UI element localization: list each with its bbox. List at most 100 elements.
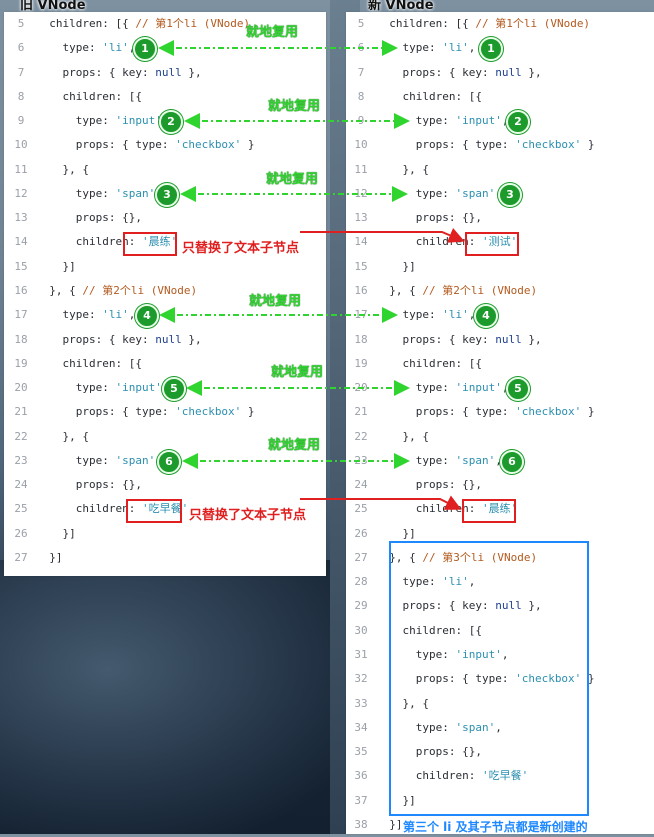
new-li-highlight <box>389 541 589 816</box>
line-number: 33 <box>354 696 368 710</box>
code-text: props: { key: null }, <box>36 332 202 346</box>
reuse-badge-3: 3 <box>155 183 179 207</box>
line-number: 11 <box>354 162 368 176</box>
code-line: 24 props: {}, <box>6 473 142 497</box>
line-number: 18 <box>14 332 28 346</box>
code-text: type: 'li', <box>36 308 136 322</box>
line-number: 36 <box>354 769 368 783</box>
line-number: 30 <box>354 623 368 637</box>
code-line: 24 props: {}, <box>346 473 482 497</box>
code-text: children: [{ <box>36 89 142 103</box>
line-number: 27 <box>14 550 28 564</box>
line-number: 21 <box>14 405 28 419</box>
line-number: 25 <box>354 502 368 516</box>
code-line: 23 type: 'span', <box>346 449 502 473</box>
code-text: }] <box>376 259 416 273</box>
code-line: 21 props: { type: 'checkbox' } <box>6 400 254 424</box>
line-number: 38 <box>354 817 368 831</box>
line-number: 6 <box>357 41 365 55</box>
code-text: type: 'input', <box>376 114 509 128</box>
code-line: 15 }] <box>346 255 416 279</box>
line-number: 24 <box>354 478 368 492</box>
code-line: 7 props: { key: null }, <box>6 61 202 85</box>
code-line: 18 props: { key: null }, <box>6 328 202 352</box>
old-text-highlight-1 <box>123 232 177 256</box>
code-line: 10 props: { type: 'checkbox' } <box>6 133 254 157</box>
line-number: 14 <box>354 235 368 249</box>
code-text: }, { <box>376 429 429 443</box>
code-line: 18 props: { key: null }, <box>346 328 541 352</box>
code-text: children: [{ <box>376 89 482 103</box>
code-text: children: [{ // 第1个li (VNode) <box>376 17 591 30</box>
line-number: 26 <box>14 526 28 540</box>
line-number: 25 <box>14 502 28 516</box>
line-number: 32 <box>354 672 368 686</box>
code-text: }] <box>36 259 76 273</box>
code-line: 9 type: 'input', <box>6 109 169 133</box>
reuse-badge-4-new: 4 <box>474 304 498 328</box>
line-number: 10 <box>14 138 28 152</box>
code-text: props: {}, <box>36 478 142 492</box>
new-created-label: 第三个 li 及其子节点都是新创建的 <box>403 820 588 834</box>
code-text: children: [{ // 第1个li (VNode) <box>36 17 251 30</box>
line-number: 5 <box>17 17 25 30</box>
line-number: 37 <box>354 793 368 807</box>
line-number: 31 <box>354 648 368 662</box>
code-text: }, { <box>36 162 89 176</box>
line-number: 15 <box>14 259 28 273</box>
new-text-highlight-2 <box>462 499 516 523</box>
code-line: 5 children: [{ // 第1个li (VNode) <box>346 12 590 36</box>
code-text: props: { key: null }, <box>376 65 542 79</box>
code-text: }, { <box>36 429 89 443</box>
line-number: 8 <box>357 89 365 103</box>
line-number: 27 <box>354 550 368 564</box>
code-line: 19 children: [{ <box>346 352 482 376</box>
code-line: 11 }, { <box>6 158 89 182</box>
code-text: type: 'li', <box>376 41 476 55</box>
code-text: type: 'span', <box>376 186 502 200</box>
code-text: type: 'input', <box>376 381 509 395</box>
code-line: 22 }, { <box>346 425 429 449</box>
code-text: type: 'li', <box>376 308 476 322</box>
code-line: 15 }] <box>6 255 76 279</box>
code-line: 11 }, { <box>346 158 429 182</box>
code-text: }] <box>36 550 63 564</box>
line-number: 12 <box>14 186 28 200</box>
code-text: props: { type: 'checkbox' } <box>376 405 595 419</box>
replace-text-label-1: 只替换了文本子节点 <box>182 241 300 256</box>
code-text: type: 'span', <box>376 453 502 467</box>
code-line: 12 type: 'span', <box>6 182 162 206</box>
line-number: 34 <box>354 720 368 734</box>
line-number: 26 <box>354 526 368 540</box>
code-line: 23 type: 'span', <box>6 449 162 473</box>
line-number: 7 <box>17 65 25 79</box>
reuse-badge-5: 5 <box>162 377 186 401</box>
reuse-badge-6-new: 6 <box>500 450 524 474</box>
line-number: 28 <box>354 575 368 589</box>
code-line: 7 props: { key: null }, <box>346 61 542 85</box>
reuse-badge-1: 1 <box>133 37 157 61</box>
code-text: }] <box>376 817 403 831</box>
code-line: 26 }] <box>6 522 75 546</box>
code-text: type: 'span', <box>36 453 162 467</box>
code-line: 5 children: [{ // 第1个li (VNode) <box>6 12 250 36</box>
code-text: type: 'span', <box>36 186 162 200</box>
line-number: 8 <box>17 89 25 103</box>
line-number: 18 <box>354 332 368 346</box>
reuse-badge-6: 6 <box>157 450 181 474</box>
line-number: 12 <box>354 186 368 200</box>
code-line: 8 children: [{ <box>346 85 482 109</box>
reuse-badge-3-new: 3 <box>498 183 522 207</box>
code-line: 38 }] <box>346 813 403 837</box>
reuse-badge-4: 4 <box>135 304 159 328</box>
line-number: 23 <box>14 453 28 467</box>
code-line: 27 }] <box>6 546 63 570</box>
reuse-label-4: 就地复用 <box>249 294 302 309</box>
code-text: type: 'input', <box>36 114 169 128</box>
line-number: 6 <box>17 41 25 55</box>
code-line: 17 type: 'li', <box>6 303 135 327</box>
code-text: props: {}, <box>376 478 482 492</box>
line-number: 16 <box>14 283 28 297</box>
line-number: 14 <box>14 235 28 249</box>
line-number: 22 <box>14 429 28 443</box>
